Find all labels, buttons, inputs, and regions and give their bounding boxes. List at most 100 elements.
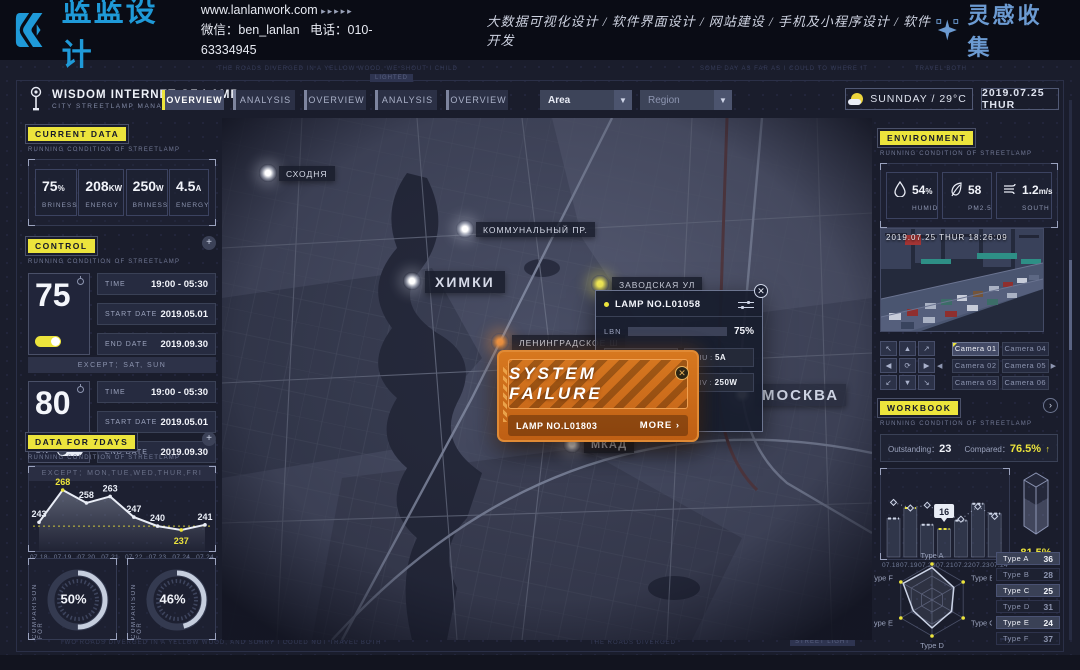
tab-overview-2[interactable]: OVERVIEW (304, 90, 366, 110)
tab-overview-1[interactable]: OVERVIEW (162, 90, 224, 110)
leaf-icon (949, 181, 963, 197)
lbn-progressbar (628, 327, 727, 336)
legend-type-a[interactable]: Type A36 (996, 552, 1060, 565)
site-header: 蓝蓝设计 www.lanlanwork.com ▸▸▸▸▸ 微信：ben_lan… (0, 0, 1080, 60)
map-pin[interactable] (456, 220, 474, 238)
camera-04-button[interactable]: Camera 04 (1002, 342, 1049, 356)
data-7days-panel: DATA FOR 7DAYS + RUNNING CONDITION OF ST… (28, 432, 216, 561)
map-pin[interactable] (403, 272, 421, 290)
time-row[interactable]: TIME19:00 - 05:30 (97, 381, 216, 403)
logo[interactable]: 蓝蓝设计 (14, 0, 183, 74)
svg-text:Type B: Type B (971, 574, 992, 583)
tab-analysis-2[interactable]: ANALYSIS (375, 90, 437, 110)
decor-quote: THE ROADS DIVERGED (590, 640, 676, 646)
start-date-row[interactable]: START DATE2019.05.01 (97, 303, 216, 325)
collect-text: 灵感收集 (967, 0, 1062, 62)
type-radar-panel: Type AType BType CType DType EType F Typ… (874, 546, 1060, 650)
camera-06-button[interactable]: Camera 06 (1002, 376, 1049, 390)
area-select-value: Area (540, 95, 614, 106)
metric-briness-w: 250W BRINESS (126, 169, 168, 216)
compared-value: 76.5% (1010, 443, 1041, 455)
camera-03-button[interactable]: Camera 03 (952, 376, 999, 390)
pan-down-right-button[interactable]: ↘ (918, 375, 935, 390)
services-line: 大数据可视化设计 / 软件界面设计 / 网站建设 / 手机及小程序设计 / 软件… (487, 11, 935, 49)
metric-briness: 75% BRINESS (35, 169, 77, 216)
svg-text:Type A: Type A (921, 551, 944, 560)
expand-arrow-button[interactable]: › (1043, 398, 1058, 413)
map-pin-alert-orange[interactable] (491, 333, 509, 351)
pan-down-left-button[interactable]: ↙ (880, 375, 897, 390)
decor-quote: TRAVEL BOTH (915, 66, 967, 72)
svg-text:Type C: Type C (971, 619, 992, 628)
city-map[interactable]: СХОДНЯ КОММУНАЛЬНЫЙ ПР. ХИМКИ ЗАВОДСКАЯ … (222, 118, 872, 640)
prev-camera-icon[interactable]: ◀ (937, 362, 942, 370)
scrollbar-thumb[interactable] (1069, 260, 1072, 350)
status-dot (604, 302, 609, 307)
camera-feed[interactable]: 2019.07.25 THUR 18:26:09 (880, 228, 1044, 332)
map-pin[interactable] (259, 164, 277, 182)
map-label-moskva[interactable]: МОСКВА (755, 384, 846, 406)
brightness-level-box: 75 ON (28, 273, 90, 355)
tab-overview-3[interactable]: OVERVIEW (446, 90, 508, 110)
up-arrow-icon: ↑ (1046, 444, 1051, 454)
legend-type-f[interactable]: Type F37 (996, 632, 1060, 645)
radar-chart: Type AType BType CType DType EType F (874, 546, 992, 650)
reset-view-button[interactable]: ⟳ (899, 358, 916, 373)
date-box: 2019.07.25 THUR (981, 88, 1059, 110)
legend-type-b[interactable]: Type B28 (996, 568, 1060, 581)
panel-subtitle: RUNNING CONDITION OF STREETLAMP (880, 421, 1058, 427)
legend-type-e[interactable]: Type E24 (996, 616, 1060, 629)
next-camera-icon[interactable]: ▶ (1051, 362, 1056, 370)
camera-dpad: ↖ ▲ ↗ ◀ ⟳ ▶ ↙ ▼ ↘ (880, 341, 935, 390)
cube-gauge (1014, 468, 1058, 540)
area-select[interactable]: Area ▼ (540, 90, 632, 110)
date-text: 2019.07.25 THUR (982, 87, 1058, 111)
svg-text:247: 247 (126, 504, 141, 514)
environment-badge: ENVIRONMENT (880, 131, 973, 145)
pan-down-button[interactable]: ▼ (899, 375, 916, 390)
panel-subtitle: RUNNING CONDITION OF STREETLAMP (880, 151, 1058, 157)
pan-right-button[interactable]: ▶ (918, 358, 935, 373)
close-icon[interactable]: ✕ (754, 284, 768, 298)
pan-up-left-button[interactable]: ↖ (880, 341, 897, 356)
decor-quote: SOME DAY AS FAR AS I COULD TO WHERE IT (700, 66, 868, 72)
add-button[interactable]: + (202, 236, 216, 250)
brightness-value: 75 (35, 278, 83, 313)
map-label-skhodnya[interactable]: СХОДНЯ (279, 166, 335, 181)
pan-left-button[interactable]: ◀ (880, 358, 897, 373)
map-label-khimki[interactable]: ХИМКИ (425, 271, 505, 293)
camera-05-button[interactable]: Camera 05 (1002, 359, 1049, 373)
line-chart: 243268258263247240237241 (29, 467, 215, 551)
panel-subtitle: RUNNING CONDITION OF STREETLAMP (28, 147, 216, 153)
tab-analysis-1[interactable]: ANALYSIS (233, 90, 295, 110)
control-group-1: 75 ON TIME19:00 - 05:30 START DATE2019.0… (28, 273, 216, 355)
end-date-row[interactable]: END DATE2019.09.30 (97, 333, 216, 355)
pan-up-button[interactable]: ▲ (899, 341, 916, 356)
add-button[interactable]: + (202, 432, 216, 446)
camera-02-button[interactable]: Camera 02 (952, 359, 999, 373)
legend-type-d[interactable]: Type D31 (996, 600, 1060, 613)
settings-sliders-icon[interactable] (738, 300, 754, 310)
environment-panel: ENVIRONMENT RUNNING CONDITION OF STREETL… (880, 128, 1058, 228)
arrows-decor: ▸▸▸▸▸ (321, 6, 354, 16)
camera-01-button[interactable]: Camera 01 (952, 342, 999, 356)
comparison-gauge-1: COMPARISON FOR 50% (28, 558, 117, 640)
decor-quote: TWO ROADS DIVERGED IN A YELLOW WOOD, AND… (60, 640, 382, 646)
data-7days-badge: DATA FOR 7DAYS (28, 435, 135, 449)
more-button[interactable]: MORE › (640, 420, 680, 431)
close-icon[interactable]: ✕ (675, 366, 689, 380)
svg-text:Type D: Type D (920, 641, 944, 650)
start-date-row[interactable]: START DATE2019.05.01 (97, 411, 216, 433)
region-select-value: Region (640, 95, 714, 106)
svg-text:Type F: Type F (874, 574, 893, 583)
time-row[interactable]: TIME19:00 - 05:30 (97, 273, 216, 295)
map-label-kommunalny[interactable]: КОММУНАЛЬНЫЙ ПР. (476, 222, 595, 237)
hazard-stripes (503, 366, 507, 422)
pan-up-right-button[interactable]: ↗ (918, 341, 935, 356)
website-link[interactable]: www.lanlanwork.com (201, 3, 318, 17)
inspiration-collect[interactable]: 灵感收集 (935, 0, 1062, 62)
scrollbar-track[interactable] (1069, 100, 1072, 640)
power-toggle[interactable] (35, 336, 61, 347)
region-select[interactable]: Region ▼ (640, 90, 732, 110)
legend-type-c[interactable]: Type C25 (996, 584, 1060, 597)
